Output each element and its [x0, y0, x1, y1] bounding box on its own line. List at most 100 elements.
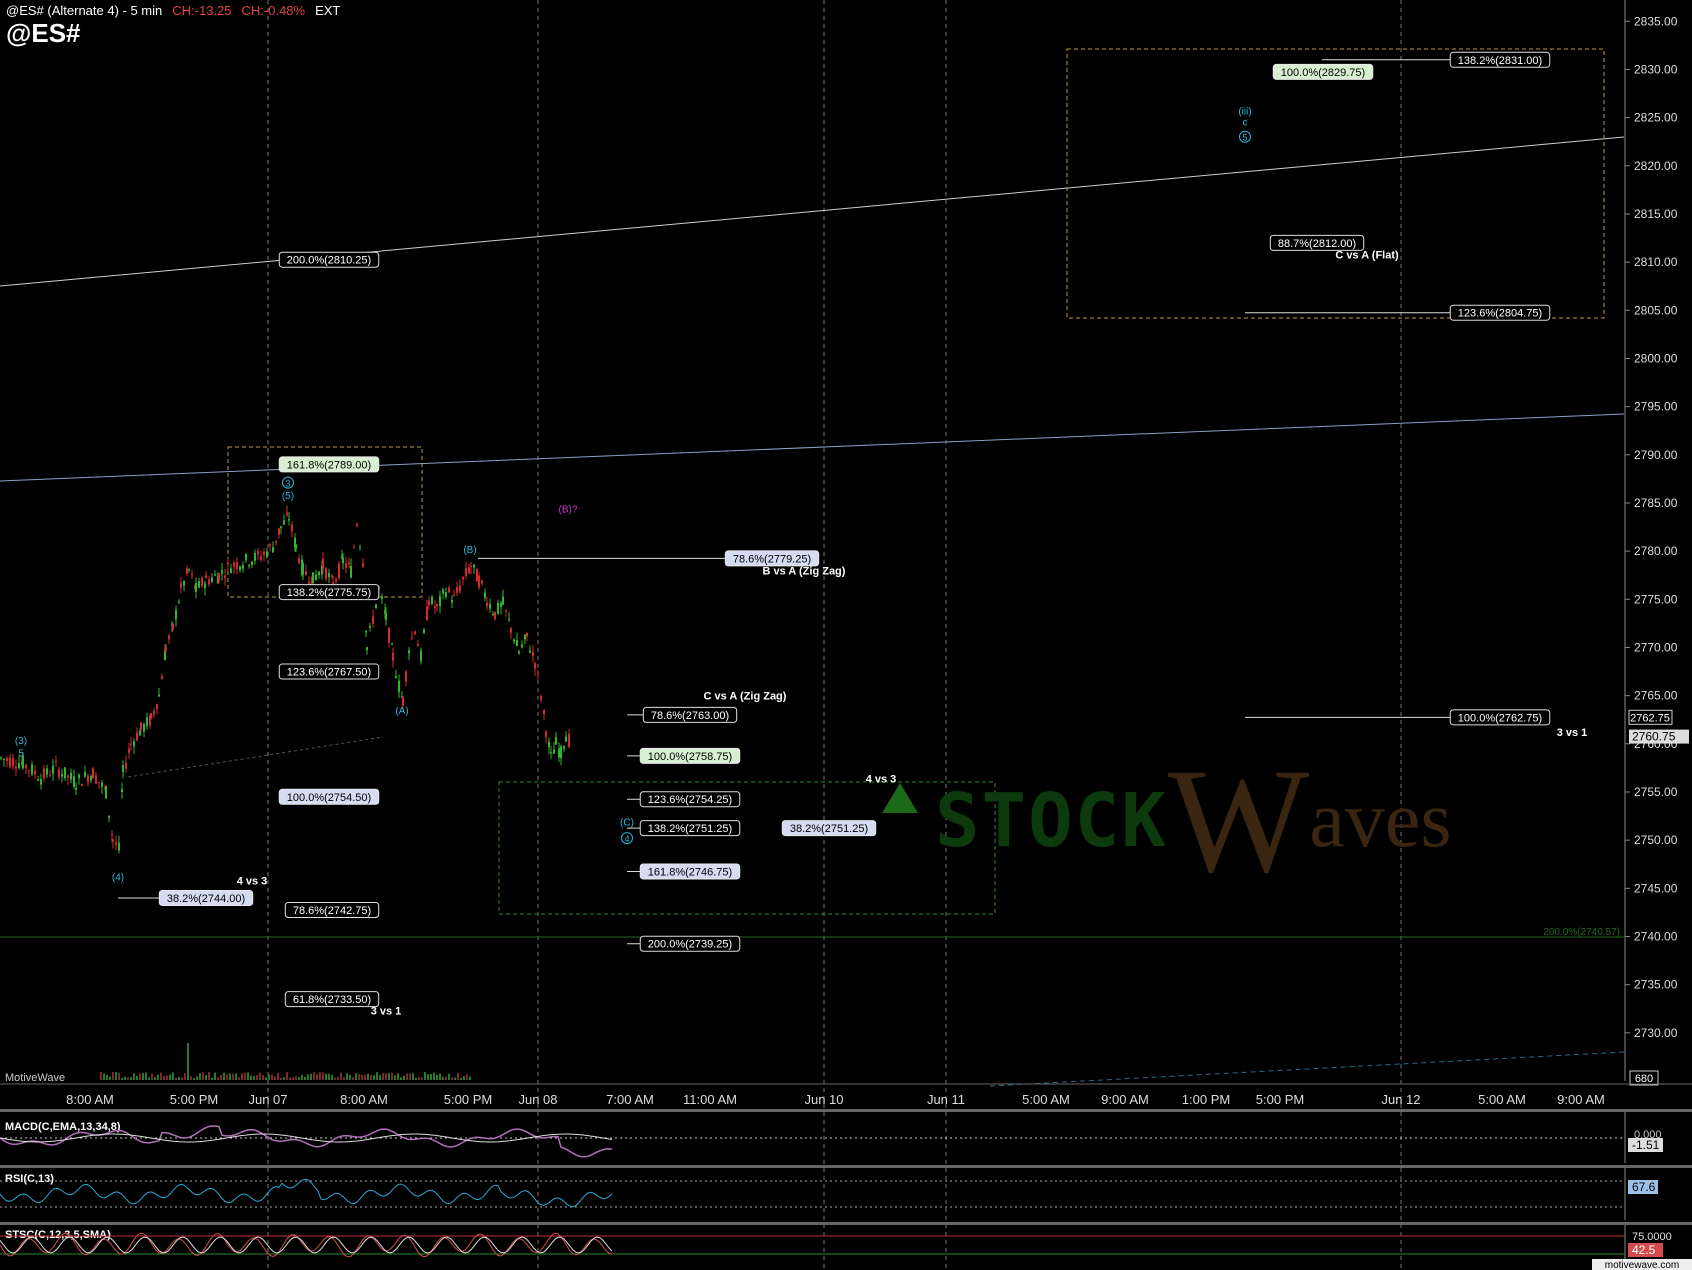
volume-bar	[286, 1072, 288, 1080]
volume-bar	[304, 1076, 306, 1080]
candle-body	[272, 547, 274, 553]
candle-body	[439, 595, 441, 606]
candle-body	[558, 748, 560, 758]
candle-body	[318, 571, 320, 576]
candle-body	[12, 758, 14, 767]
candle-body	[534, 663, 536, 669]
candle-body	[470, 565, 472, 567]
volume-bar	[436, 1074, 438, 1080]
candle-body	[61, 773, 63, 777]
volume-bar	[133, 1073, 135, 1080]
volume-bar	[385, 1073, 387, 1080]
volume-bar	[274, 1076, 276, 1080]
fib-level-label-1: 161.8%(2789.00)	[287, 459, 371, 471]
candle-body	[502, 596, 504, 605]
price-chart[interactable]: 200.0%(2810.25) 161.8%(2789.00) 138.2%(277…	[0, 0, 1692, 1270]
volume-bar	[421, 1077, 423, 1080]
volume-bar	[169, 1074, 171, 1080]
volume-bar	[412, 1073, 414, 1080]
candle-body	[423, 629, 425, 634]
candle-body	[540, 696, 542, 700]
volume-bar	[259, 1072, 261, 1080]
macd-label: MACD(C,EMA,13,34,8)	[5, 1121, 121, 1133]
volume-bar	[181, 1077, 183, 1080]
price-tick-13: 2770.00	[1634, 640, 1678, 654]
price-tick-9: 2790.00	[1634, 448, 1678, 462]
time-tick-8: Jun 10	[804, 1092, 843, 1107]
volume-bar	[229, 1073, 231, 1080]
candle-body	[15, 766, 17, 769]
volume-bar	[334, 1077, 336, 1080]
volume-bar	[394, 1075, 396, 1080]
wave-marker-6: (B)	[463, 545, 476, 556]
candle-body	[468, 567, 470, 573]
candle-body	[283, 520, 285, 525]
wave-marker-7: (C)	[620, 818, 634, 829]
volume-bar	[142, 1073, 144, 1080]
watermark-triangle	[882, 783, 918, 813]
candle-body	[356, 524, 358, 527]
candle-body	[175, 610, 177, 620]
volume-bar	[361, 1075, 363, 1080]
volume-bar	[253, 1075, 255, 1080]
volume-bar	[454, 1077, 456, 1080]
candle-body	[402, 696, 404, 706]
candle-body	[161, 676, 163, 680]
candle-body	[348, 562, 350, 565]
candle-body	[342, 557, 344, 564]
volume-bar	[457, 1072, 459, 1080]
rsi-value: 67.6	[1632, 1180, 1656, 1194]
candle-body	[233, 562, 235, 567]
brand-corner-label: motivewave.com	[1605, 1260, 1679, 1270]
candle-body	[92, 768, 94, 779]
candle-body	[263, 551, 265, 555]
stockwaves-watermark: STOCKWaves	[935, 735, 1452, 907]
wave-marker-0: (3)	[15, 736, 27, 747]
candle-body	[563, 746, 565, 749]
time-tick-15: 5:00 AM	[1478, 1092, 1526, 1107]
candle-body	[478, 575, 480, 588]
volume-bar	[277, 1072, 279, 1080]
price-tick-16: 2755.00	[1634, 785, 1678, 799]
candle-body	[150, 713, 152, 719]
candle-body	[242, 565, 244, 569]
volume-bar	[439, 1073, 441, 1080]
candle-body	[305, 571, 307, 575]
candle-body	[254, 552, 256, 561]
wave-marker-11: 5	[1242, 133, 1247, 143]
watermark-suffix: aves	[1309, 776, 1452, 864]
prev-level-label: 2762.75	[1630, 712, 1670, 724]
price-tick-1: 2830.00	[1634, 62, 1678, 76]
price-tick-5: 2810.00	[1634, 255, 1678, 269]
candle-body	[426, 606, 428, 621]
candle-body	[84, 772, 86, 777]
volume-bar	[151, 1073, 153, 1080]
candle-body	[532, 652, 534, 657]
fib-level-label-6: 78.6%(2742.75)	[293, 905, 371, 917]
volume-bar	[388, 1073, 390, 1080]
change-percent: CH:-0.48%	[241, 3, 306, 18]
candle-body	[411, 637, 413, 639]
volume-bar	[343, 1077, 345, 1080]
time-tick-2: Jun 07	[248, 1092, 287, 1107]
candle-body	[146, 717, 148, 727]
candle-body	[111, 834, 113, 836]
target-box-wave4	[498, 781, 996, 915]
candle-body	[408, 650, 410, 654]
volume-bar	[106, 1074, 108, 1080]
time-tick-11: 9:00 AM	[1101, 1092, 1149, 1107]
candle-body	[183, 581, 185, 586]
volume-bar	[316, 1074, 318, 1080]
candle-body	[476, 569, 478, 582]
candle-body	[251, 561, 253, 565]
candle-body	[385, 612, 387, 621]
volume-bar	[103, 1073, 105, 1080]
volume-bar	[337, 1076, 339, 1080]
candle-body	[548, 741, 550, 748]
candle-body	[545, 731, 547, 737]
candle-body	[392, 652, 394, 661]
volume-bar	[301, 1074, 303, 1080]
volume-bar	[250, 1075, 252, 1080]
candle-body	[497, 603, 499, 614]
candle-body	[388, 627, 390, 643]
